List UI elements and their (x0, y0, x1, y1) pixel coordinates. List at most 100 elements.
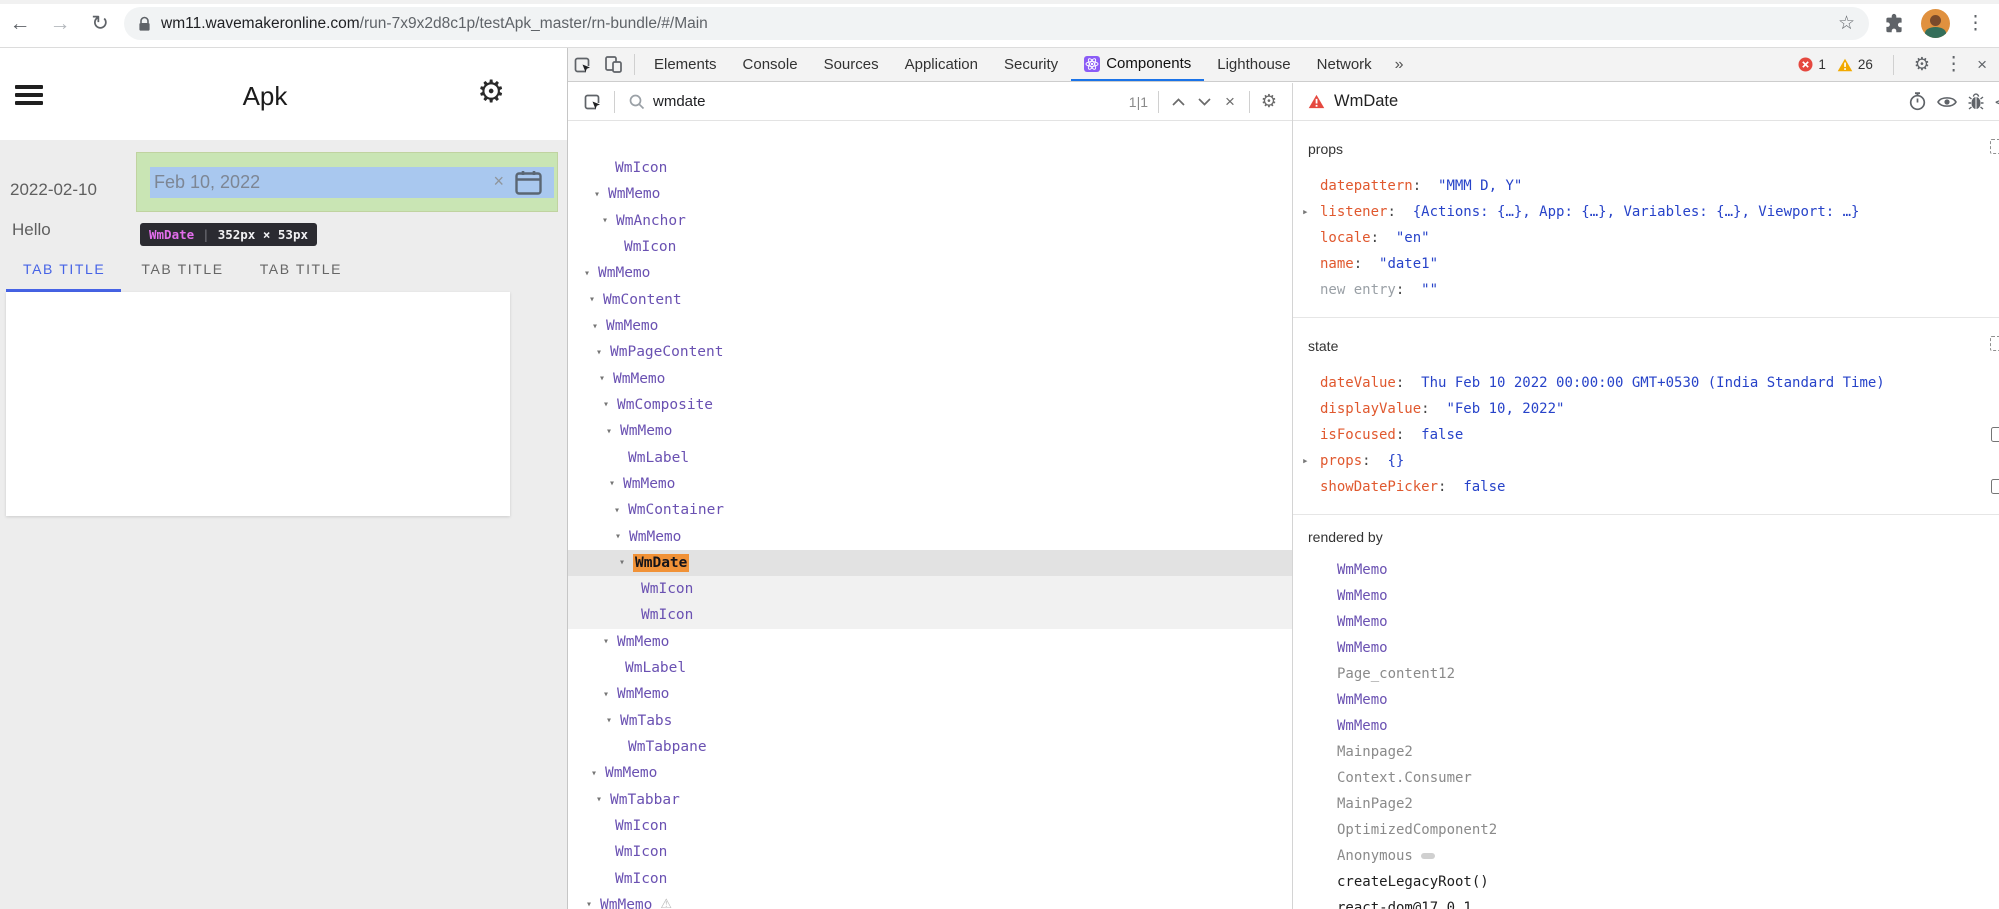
tree-row[interactable]: ▾WmComposite (568, 392, 1292, 418)
expand-arrow-icon[interactable]: ▾ (594, 189, 608, 200)
app-tab[interactable]: TAB TITLE (141, 261, 223, 277)
rendered-by-item[interactable]: WmMemo (1293, 713, 1999, 739)
tree-row[interactable]: WmIcon (568, 602, 1292, 628)
devtools-tab-sources[interactable]: Sources (811, 48, 892, 81)
devtools-tab-security[interactable]: Security (991, 48, 1071, 81)
expand-arrow-icon[interactable]: ▾ (599, 373, 613, 384)
rendered-by-item[interactable]: WmMemo (1293, 635, 1999, 661)
expand-arrow-icon[interactable]: ▾ (619, 557, 633, 568)
prop-row[interactable]: dateValue: Thu Feb 10 2022 00:00:00 GMT+… (1293, 370, 1999, 396)
expand-arrow-icon[interactable]: ▾ (603, 399, 617, 410)
tree-row[interactable]: ▾WmMemo (568, 181, 1292, 207)
extensions-puzzle-icon[interactable] (1883, 13, 1905, 35)
app-tab[interactable]: TAB TITLE (260, 261, 342, 277)
boolean-checkbox[interactable] (1991, 479, 1999, 494)
devtools-tab-network[interactable]: Network (1304, 48, 1385, 81)
tree-row[interactable]: ▾WmMemo (568, 260, 1292, 286)
prop-row[interactable]: displayValue: "Feb 10, 2022" (1293, 396, 1999, 422)
tree-row[interactable]: WmIcon (568, 234, 1292, 260)
rendered-by-item[interactable]: Context.Consumer (1293, 765, 1999, 791)
expand-arrow-icon[interactable]: ▾ (596, 347, 610, 358)
expand-arrow-icon[interactable]: ▾ (602, 215, 616, 226)
tree-row[interactable]: ▾WmTabs (568, 708, 1292, 734)
prop-row[interactable]: new entry: "" (1293, 277, 1999, 303)
rendered-by-item[interactable]: Mainpage2 (1293, 739, 1999, 765)
tree-row[interactable]: ▾WmContainer (568, 497, 1292, 523)
browser-menu-icon[interactable]: ⋮ (1966, 12, 1985, 35)
rendered-by-item[interactable]: react-dom@17.0.1 (1293, 895, 1999, 909)
rendered-by-item[interactable]: createLegacyRoot() (1293, 869, 1999, 895)
tree-row[interactable]: ▾WmAnchor (568, 208, 1292, 234)
rendered-by-item[interactable]: OptimizedComponent2 (1293, 817, 1999, 843)
expand-arrow-icon[interactable]: ▾ (589, 294, 603, 305)
previous-match-icon[interactable] (1165, 98, 1191, 106)
prop-row[interactable]: ▸props: {} (1293, 448, 1999, 474)
tree-row[interactable]: ▾WmMemo⚠ (568, 892, 1292, 909)
bookmark-star-icon[interactable]: ☆ (1838, 12, 1855, 35)
inspect-dom-eye-icon[interactable] (1937, 95, 1957, 109)
expand-arrow-icon[interactable]: ▾ (591, 768, 605, 779)
rendered-by-item[interactable]: WmMemo (1293, 687, 1999, 713)
expand-arrow-icon[interactable]: ▾ (584, 268, 598, 279)
app-settings-gear-icon[interactable]: ⚙ (477, 76, 505, 107)
prop-row[interactable]: datepattern: "MMM D, Y" (1293, 173, 1999, 199)
devtools-menu-icon[interactable]: ⋮ (1944, 53, 1963, 76)
tree-row[interactable]: WmIcon (568, 155, 1292, 181)
rendered-by-item[interactable]: Page_content12 (1293, 661, 1999, 687)
clear-search-icon[interactable]: × (1217, 92, 1243, 112)
expand-arrow-icon[interactable]: ▾ (592, 321, 606, 332)
rendered-by-item[interactable]: WmMemo (1293, 583, 1999, 609)
app-tab[interactable]: TAB TITLE (23, 261, 105, 277)
expand-arrow-icon[interactable]: ▾ (609, 478, 623, 489)
copy-state-icon[interactable] (1990, 336, 1999, 351)
forward-icon[interactable]: → (40, 12, 80, 36)
devtools-tab-components[interactable]: Components (1071, 48, 1204, 81)
expand-arrow-icon[interactable]: ▾ (603, 689, 617, 700)
prop-row[interactable]: ▸listener: {Actions: {…}, App: {…}, Vari… (1293, 199, 1999, 225)
date-input[interactable]: Feb 10, 2022 × (150, 167, 554, 198)
copy-props-icon[interactable] (1990, 139, 1999, 154)
device-toolbar-icon[interactable] (598, 48, 628, 81)
expand-arrow-icon[interactable]: ▾ (606, 715, 620, 726)
next-match-icon[interactable] (1191, 98, 1217, 106)
rendered-by-item[interactable]: WmMemo (1293, 609, 1999, 635)
expand-arrow-icon[interactable]: ▾ (614, 505, 628, 516)
tree-row[interactable]: WmLabel (568, 444, 1292, 470)
expand-arrow-icon[interactable]: ▾ (586, 899, 600, 909)
tree-row[interactable]: WmIcon (568, 576, 1292, 602)
console-issues-badges[interactable]: 1 26 (1798, 57, 1873, 72)
prop-value[interactable]: "" (1421, 282, 1438, 298)
prop-row[interactable]: name: "date1" (1293, 251, 1999, 277)
devtools-tab-console[interactable]: Console (730, 48, 811, 81)
expand-arrow-icon[interactable]: ▾ (606, 426, 620, 437)
address-bar[interactable]: wm11.wavemakeronline.com/run-7x9x2d8c1p/… (124, 7, 1869, 40)
tree-row[interactable]: ▾WmMemo (568, 313, 1292, 339)
devtools-close-icon[interactable]: × (1977, 55, 1987, 75)
tree-row[interactable]: WmLabel (568, 655, 1292, 681)
tree-row[interactable]: WmIcon (568, 839, 1292, 865)
devtools-tab-lighthouse[interactable]: Lighthouse (1204, 48, 1303, 81)
expand-icon[interactable]: ▸ (1302, 448, 1309, 474)
prop-row[interactable]: showDatePicker: false (1293, 474, 1999, 500)
devtools-tab-elements[interactable]: Elements (641, 48, 730, 81)
clear-date-icon[interactable]: × (493, 171, 504, 192)
tree-row[interactable]: ▾WmContent (568, 287, 1292, 313)
tree-row[interactable]: WmIcon (568, 813, 1292, 839)
tree-row[interactable]: ▾WmMemo (568, 760, 1292, 786)
tree-row[interactable]: ▾WmMemo (568, 366, 1292, 392)
prop-row[interactable]: locale: "en" (1293, 225, 1999, 251)
expand-arrow-icon[interactable]: ▾ (615, 531, 629, 542)
pick-component-icon[interactable] (578, 92, 608, 112)
tree-settings-gear-icon[interactable]: ⚙ (1256, 91, 1282, 112)
boolean-checkbox[interactable] (1991, 427, 1999, 442)
tree-row[interactable]: WmIcon (568, 865, 1292, 891)
tree-row[interactable]: ▾WmMemo (568, 418, 1292, 444)
inspect-element-icon[interactable] (568, 48, 598, 81)
rendered-by-item[interactable]: MainPage2 (1293, 791, 1999, 817)
profile-avatar[interactable] (1921, 9, 1950, 38)
more-tabs-icon[interactable]: » (1385, 48, 1414, 81)
tree-row[interactable]: ▾WmMemo (568, 471, 1292, 497)
prop-row[interactable]: isFocused: false (1293, 422, 1999, 448)
reload-icon[interactable]: ↻ (80, 11, 120, 36)
tree-row[interactable]: ▾WmMemo (568, 523, 1292, 549)
